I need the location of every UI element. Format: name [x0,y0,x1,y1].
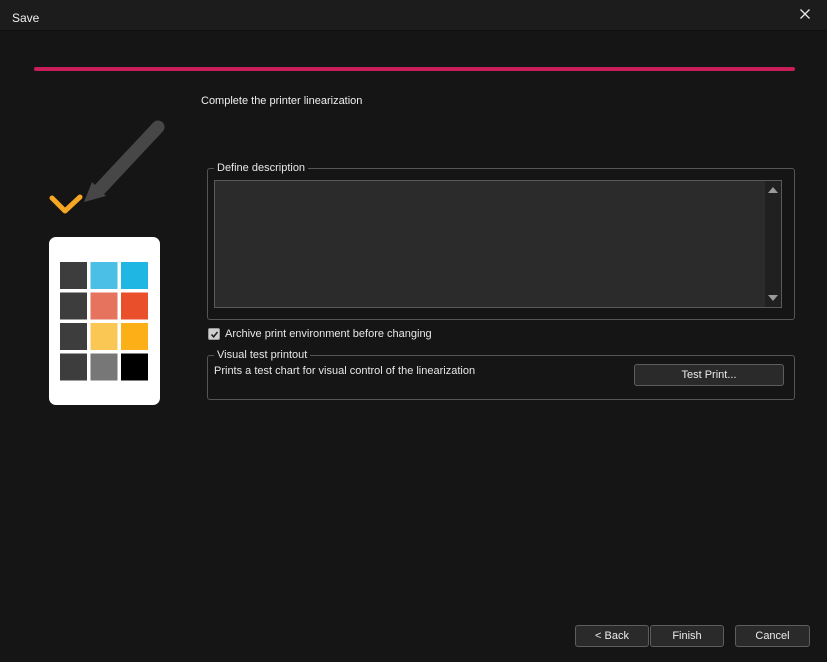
checkmark-icon [49,194,83,214]
title-bar: Save [0,0,827,31]
scroll-down-icon[interactable] [768,295,778,301]
finish-button[interactable]: Finish [650,625,724,647]
wizard-progress-bar [34,67,795,71]
archive-checkbox[interactable] [208,328,220,340]
visual-test-printout-legend: Visual test printout [217,349,308,361]
cancel-button[interactable]: Cancel [735,625,810,647]
color-swatch [121,292,148,320]
description-scrollbar[interactable] [765,181,781,307]
window-title: Save [12,11,40,25]
color-swatch [60,323,87,350]
visual-test-description: Prints a test chart for visual control o… [214,365,476,377]
color-swatch [90,262,118,289]
color-swatch [90,292,118,320]
close-icon [800,9,810,19]
page-heading: Complete the printer linearization [201,95,363,107]
color-swatch [60,353,87,381]
description-input[interactable] [215,181,765,307]
archive-option[interactable]: Archive print environment before changin… [208,327,432,341]
pen-icon [84,120,165,202]
back-button[interactable]: < Back [575,625,649,647]
color-swatch [121,353,148,381]
color-swatch [121,323,148,350]
color-swatch [90,353,118,381]
color-swatch [121,262,148,289]
description-box [214,180,782,308]
close-button[interactable] [793,3,817,25]
define-description-legend: Define description [217,162,306,174]
color-swatch [60,262,87,289]
color-patch-chart-with-pen-checkmark-icon [49,120,165,405]
scroll-up-icon[interactable] [768,187,778,193]
test-print-button[interactable]: Test Print... [634,364,784,386]
color-swatch [90,323,118,350]
checkbox-check-icon [210,331,218,338]
archive-label[interactable]: Archive print environment before changin… [225,328,432,340]
color-swatch [60,292,87,320]
